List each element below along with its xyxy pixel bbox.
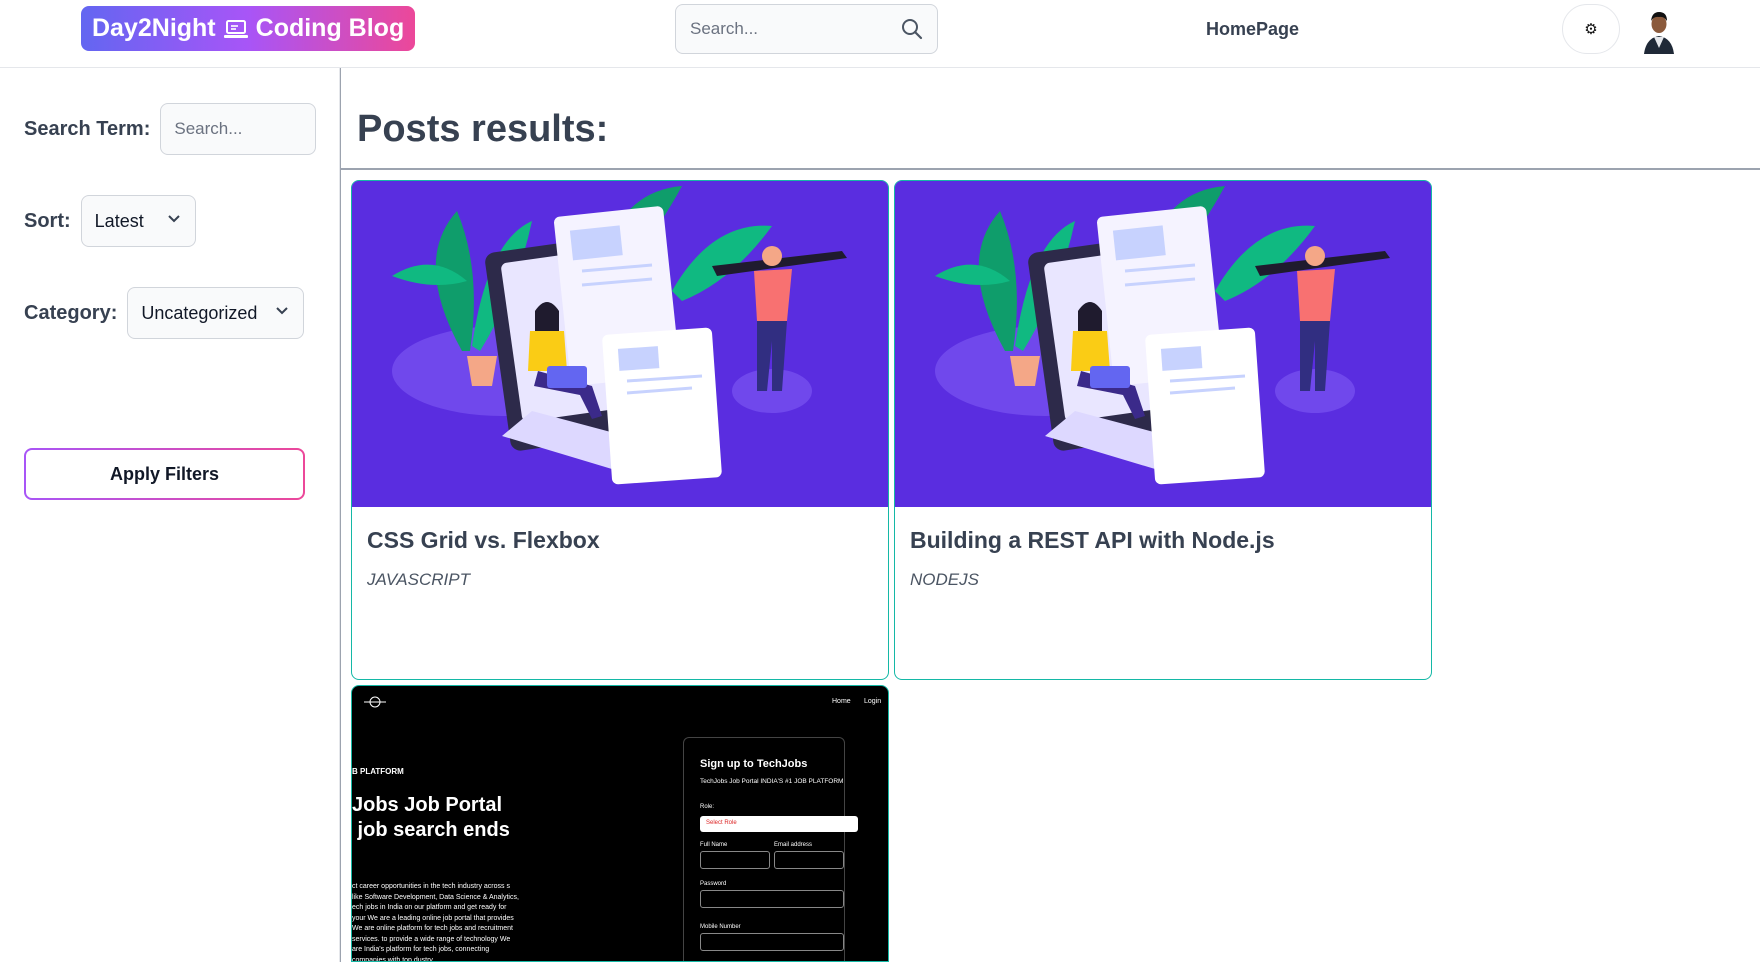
chevron-down-icon	[167, 215, 180, 223]
category-label: Category:	[24, 301, 118, 324]
category-row: Category: Uncategorized	[24, 287, 305, 339]
techjobs-logo-icon	[364, 696, 386, 708]
preview-form-title: Sign up to TechJobs	[700, 758, 808, 770]
post-category: JAVASCRIPT	[367, 570, 470, 589]
chevron-down-icon	[276, 307, 289, 315]
post-thumbnail	[895, 181, 1431, 507]
sort-label: Sort:	[24, 209, 71, 232]
laptop-icon	[223, 19, 248, 38]
post-category: NODEJS	[910, 570, 979, 589]
preview-role-label: Role:	[700, 804, 715, 810]
preview-mobile-field	[700, 933, 844, 951]
header-search-input[interactable]	[676, 5, 896, 53]
header-search	[675, 4, 938, 54]
apply-filters-button[interactable]: Apply Filters	[24, 448, 305, 500]
preview-email-field	[774, 851, 844, 869]
title-divider	[341, 168, 1760, 170]
search-icon[interactable]	[901, 18, 923, 40]
preview-paragraph: ct career opportunities in the tech indu…	[352, 883, 519, 962]
search-term-row: Search Term:	[24, 103, 317, 155]
category-select[interactable]: Uncategorized	[127, 287, 305, 339]
preview-fullname-label: Full Name	[700, 842, 728, 848]
nav-homepage-link[interactable]: HomePage	[1206, 19, 1299, 40]
gear-icon: ⚙	[1584, 21, 1598, 38]
post-card[interactable]: Building a REST API with Node.js NODEJS	[894, 180, 1432, 680]
sidebar-divider	[340, 68, 341, 962]
filter-sidebar: Search Term: Sort: Latest Category: Unca…	[0, 68, 340, 962]
preview-form-subtitle: TechJobs Job Portal INDIA'S #1 JOB PLATF…	[700, 778, 844, 785]
post-card[interactable]: Home Login B PLATFORM Jobs Job Portal jo…	[351, 685, 889, 962]
top-navbar: Day2Night Coding Blog HomePage ⚙	[0, 0, 1760, 68]
preview-nav-home: Home	[832, 698, 851, 705]
brand-logo[interactable]: Day2Night Coding Blog	[81, 6, 416, 51]
preview-nav-login: Login	[864, 698, 882, 705]
preview-password-label: Password	[700, 881, 727, 887]
apply-filters-label: Apply Filters	[26, 450, 303, 498]
sort-row: Sort: Latest	[24, 195, 196, 247]
preview-hero-title: Jobs Job Portal job search ends	[352, 794, 510, 841]
post-thumbnail	[352, 181, 888, 507]
preview-kicker: B PLATFORM	[352, 767, 404, 776]
preview-mobile-label: Mobile Number	[700, 924, 741, 930]
brand-suffix: Coding Blog	[255, 14, 405, 42]
preview-password-field	[700, 890, 844, 908]
search-term-label: Search Term:	[24, 117, 151, 140]
user-avatar[interactable]	[1636, 4, 1682, 54]
sort-select[interactable]: Latest	[80, 195, 196, 247]
post-title[interactable]: CSS Grid vs. Flexbox	[367, 527, 600, 554]
search-term-input[interactable]	[160, 103, 317, 155]
page-title: Posts results:	[357, 108, 609, 150]
theme-toggle-button[interactable]: ⚙	[1562, 4, 1620, 54]
sort-value: Latest	[94, 210, 144, 231]
post-card[interactable]: CSS Grid vs. Flexbox JAVASCRIPT	[351, 180, 889, 680]
preview-role-select: Select Role	[700, 816, 858, 832]
preview-fullname-field	[700, 851, 770, 869]
category-value: Uncategorized	[141, 302, 258, 323]
post-title[interactable]: Building a REST API with Node.js	[910, 527, 1275, 554]
brand-name: Day2Night	[92, 14, 216, 42]
preview-signup-form: Sign up to TechJobs TechJobs Job Portal …	[683, 737, 858, 961]
preview-email-label: Email address	[774, 842, 813, 848]
